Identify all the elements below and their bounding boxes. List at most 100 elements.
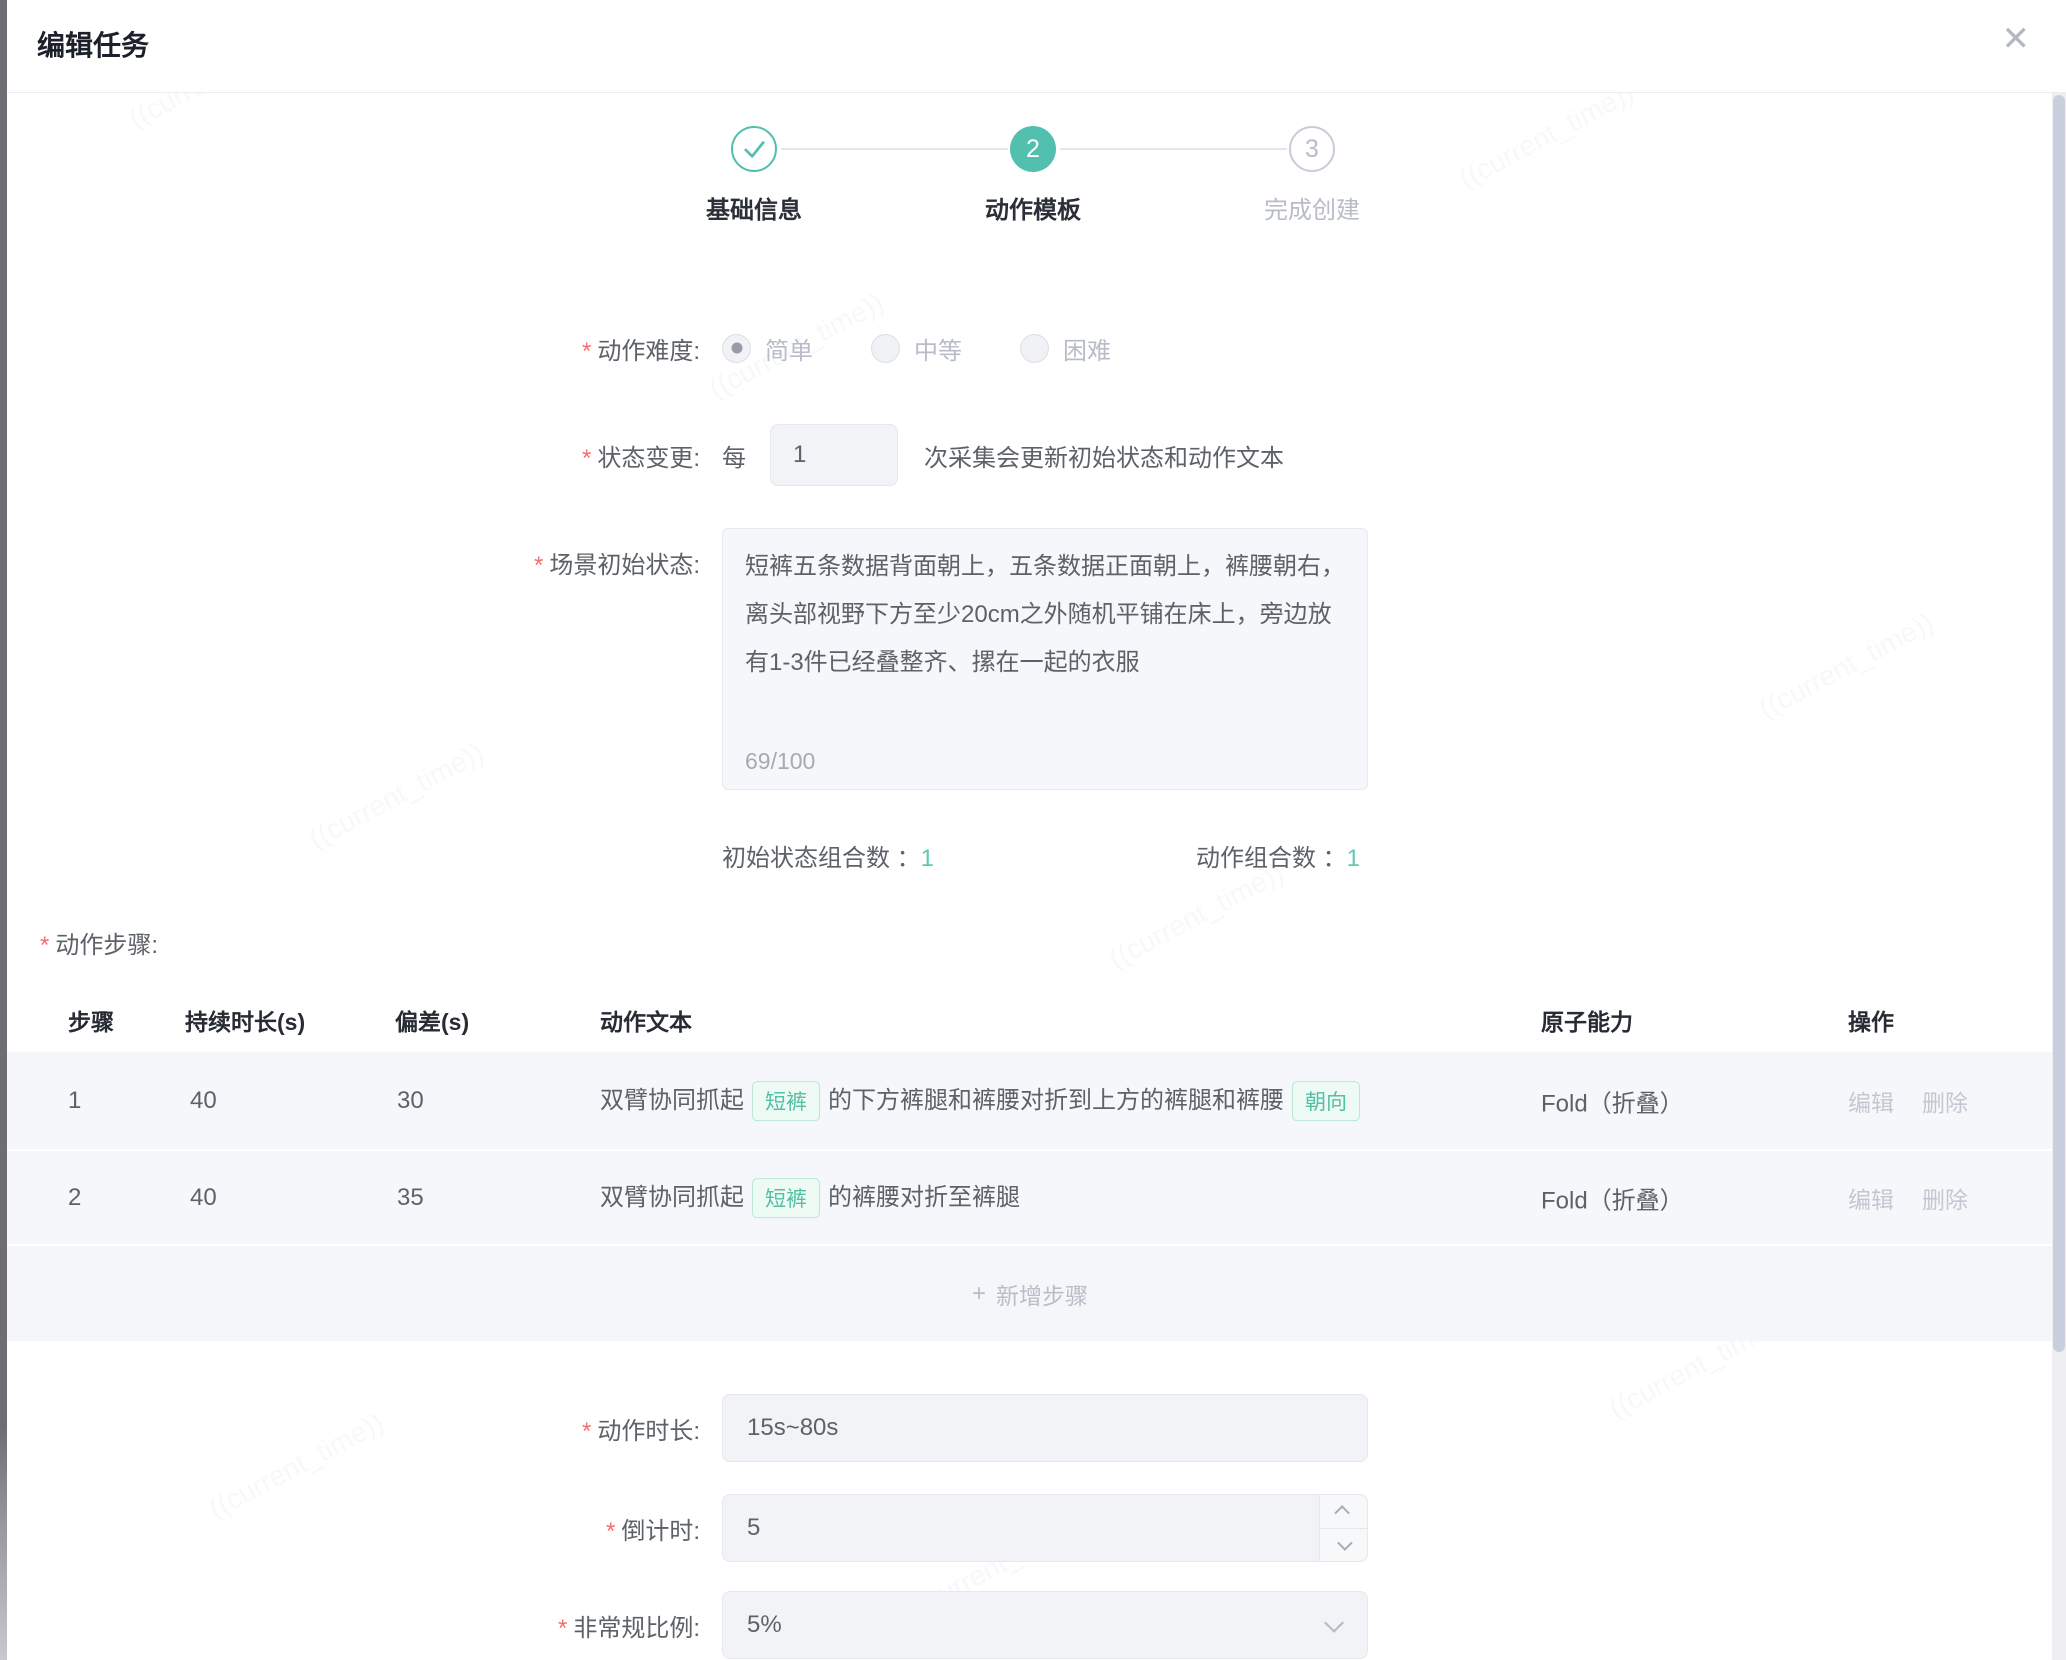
step-2-circle: 2: [1010, 126, 1056, 172]
check-icon: [733, 126, 775, 172]
col-duration: 持续时长(s): [185, 1003, 305, 1037]
scrollbar-thumb[interactable]: [2053, 95, 2065, 1352]
state-change-row: *状态变更: 每 次采集会更新初始状态和动作文本: [0, 424, 2066, 486]
cell-duration: 40: [190, 1184, 217, 1212]
countdown-label: *倒计时:: [0, 1511, 700, 1546]
cell-ability: Fold（折叠）: [1541, 1083, 1684, 1118]
duration-input[interactable]: [723, 1414, 1367, 1442]
radio-simple[interactable]: 简单: [722, 331, 813, 366]
initial-state-label: *场景初始状态:: [0, 545, 700, 580]
required-mark: *: [558, 1615, 567, 1642]
difficulty-radio-group: 简单 中等 困难: [722, 331, 1169, 366]
object-tag: 短裤: [752, 1178, 820, 1218]
required-mark: *: [534, 552, 543, 579]
difficulty-row: *动作难度: 简单 中等 困难: [0, 326, 2066, 370]
required-mark: *: [582, 338, 591, 365]
edit-link[interactable]: 编辑: [1848, 1187, 1894, 1213]
radio-label: 简单: [765, 331, 813, 366]
state-change-input[interactable]: [770, 424, 898, 486]
cell-deviation: 30: [397, 1087, 424, 1115]
cell-deviation: 35: [397, 1184, 424, 1212]
step-3-circle: 3: [1289, 126, 1335, 172]
decrement-button[interactable]: [1320, 1529, 1367, 1562]
state-change-prefix: 每: [722, 438, 746, 473]
cell-step: 2: [68, 1184, 81, 1212]
cell-actions: 编辑 删除: [1848, 1181, 1996, 1215]
initial-combo-count: 初始状态组合数 ：1: [722, 838, 934, 873]
step-1-label: 基础信息: [706, 190, 802, 225]
number-stepper: [1319, 1495, 1367, 1561]
cell-actions: 编辑 删除: [1848, 1084, 1996, 1118]
unusual-ratio-select[interactable]: [722, 1591, 1368, 1659]
difficulty-label: *动作难度:: [0, 331, 700, 366]
countdown-input[interactable]: [723, 1514, 1367, 1542]
orientation-tag: 朝向: [1292, 1081, 1360, 1121]
radio-circle[interactable]: [1020, 334, 1049, 363]
chevron-up-icon: [1334, 1505, 1350, 1521]
initial-state-value: 短裤五条数据背面朝上，五条数据正面朝上，裤腰朝右，离头部视野下方至少20cm之外…: [745, 543, 1345, 687]
step-1-circle: [731, 126, 777, 172]
action-steps-label: *动作步骤:: [40, 925, 158, 960]
step-3-label: 完成创建: [1264, 190, 1360, 225]
watermark-text: ((current_time)): [1104, 857, 1289, 976]
cell-step: 1: [68, 1087, 81, 1115]
required-mark: *: [582, 445, 591, 472]
col-ability: 原子能力: [1541, 1003, 1633, 1037]
duration-row: *动作时长:: [0, 1394, 2066, 1462]
wizard-stepper: 2 3 基础信息 动作模板 完成创建: [731, 126, 1335, 236]
action-combo-count: 动作组合数 ：1: [1196, 838, 1360, 873]
unusual-ratio-value[interactable]: [723, 1611, 1367, 1639]
cell-duration: 40: [190, 1087, 217, 1115]
dialog-title: 编辑任务: [37, 24, 149, 64]
radio-label: 困难: [1063, 331, 1111, 366]
step-2-number: 2: [1026, 135, 1040, 164]
watermark-text: ((current_time)): [304, 737, 489, 856]
radio-hard[interactable]: 困难: [1020, 331, 1111, 366]
dialog-header: 编辑任务 ✕: [7, 0, 2066, 93]
step-2-label: 动作模板: [985, 190, 1081, 225]
state-change-label: *状态变更:: [0, 438, 700, 473]
duration-input-wrap: [722, 1394, 1368, 1462]
radio-circle[interactable]: [871, 334, 900, 363]
unusual-ratio-row: *非常规比例:: [0, 1592, 2066, 1658]
cell-action-text: 双臂协同抓起短裤的下方裤腿和裤腰对折到上方的裤腿和裤腰朝向: [600, 1080, 1368, 1122]
add-step-label: 新增步骤: [996, 1277, 1088, 1311]
radio-medium[interactable]: 中等: [871, 331, 962, 366]
action-steps-table: 步骤 持续时长(s) 偏差(s) 动作文本 原子能力 操作 1 40 30 双臂…: [7, 988, 2053, 1341]
table-header-row: 步骤 持续时长(s) 偏差(s) 动作文本 原子能力 操作: [7, 988, 2053, 1052]
countdown-input-wrap: [722, 1494, 1368, 1562]
countdown-row: *倒计时:: [0, 1494, 2066, 1562]
chevron-down-icon: [1337, 1536, 1353, 1552]
action-combo-value: 1: [1347, 845, 1360, 872]
required-mark: *: [606, 1518, 615, 1545]
close-icon[interactable]: ✕: [2002, 22, 2031, 56]
radio-label: 中等: [914, 331, 962, 366]
increment-button[interactable]: [1320, 1495, 1367, 1529]
stepper-line: [781, 148, 1008, 150]
required-mark: *: [582, 1418, 591, 1445]
edit-link[interactable]: 编辑: [1848, 1090, 1894, 1116]
cell-action-text: 双臂协同抓起短裤的裤腰对折至裤腿: [600, 1177, 1020, 1219]
watermark-text: ((current_time)): [1754, 607, 1939, 726]
watermark-text: ((current_time)): [1454, 77, 1639, 196]
col-actions: 操作: [1848, 1003, 1894, 1037]
step-3-number: 3: [1305, 135, 1319, 164]
object-tag: 短裤: [752, 1081, 820, 1121]
required-mark: *: [40, 932, 49, 959]
col-text: 动作文本: [600, 1003, 692, 1037]
delete-link[interactable]: 删除: [1922, 1187, 1968, 1213]
delete-link[interactable]: 删除: [1922, 1090, 1968, 1116]
unusual-ratio-label: *非常规比例:: [0, 1608, 700, 1643]
initial-state-textarea[interactable]: 短裤五条数据背面朝上，五条数据正面朝上，裤腰朝右，离头部视野下方至少20cm之外…: [722, 528, 1368, 790]
add-step-button[interactable]: + 新增步骤: [7, 1246, 2053, 1341]
table-row: 1 40 30 双臂协同抓起短裤的下方裤腿和裤腰对折到上方的裤腿和裤腰朝向 Fo…: [7, 1052, 2053, 1151]
scrollbar-track[interactable]: [2052, 93, 2066, 1660]
initial-combo-value: 1: [921, 845, 934, 872]
state-change-suffix: 次采集会更新初始状态和动作文本: [924, 438, 1284, 473]
col-deviation: 偏差(s): [395, 1003, 469, 1037]
col-step: 步骤: [68, 1003, 114, 1037]
char-counter: 69/100: [745, 748, 815, 775]
radio-circle-checked[interactable]: [722, 334, 751, 363]
plus-icon: +: [972, 1280, 986, 1308]
table-row: 2 40 35 双臂协同抓起短裤的裤腰对折至裤腿 Fold（折叠） 编辑删除: [7, 1151, 2053, 1246]
